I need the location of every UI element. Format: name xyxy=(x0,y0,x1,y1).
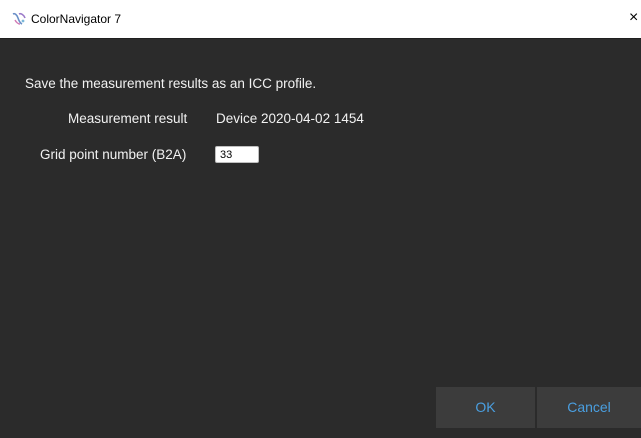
close-icon[interactable]: × xyxy=(629,8,641,28)
grid-point-number-label: Grid point number (B2A) xyxy=(40,147,187,162)
instruction-text: Save the measurement results as an ICC p… xyxy=(25,76,317,91)
title-bar[interactable]: ColorNavigator 7 × xyxy=(0,0,641,39)
window-title: ColorNavigator 7 xyxy=(31,12,122,26)
window-left-edge xyxy=(0,39,9,438)
dialog-window: ColorNavigator 7 × Save the measurement … xyxy=(0,0,641,438)
measurement-result-value: Device 2020-04-02 1454 xyxy=(216,111,364,126)
grid-point-number-input[interactable] xyxy=(215,146,259,163)
colornavigator-app-icon xyxy=(11,12,27,26)
ok-button[interactable]: OK xyxy=(436,387,535,428)
measurement-result-label: Measurement result xyxy=(68,111,188,126)
cancel-button[interactable]: Cancel xyxy=(537,387,641,428)
